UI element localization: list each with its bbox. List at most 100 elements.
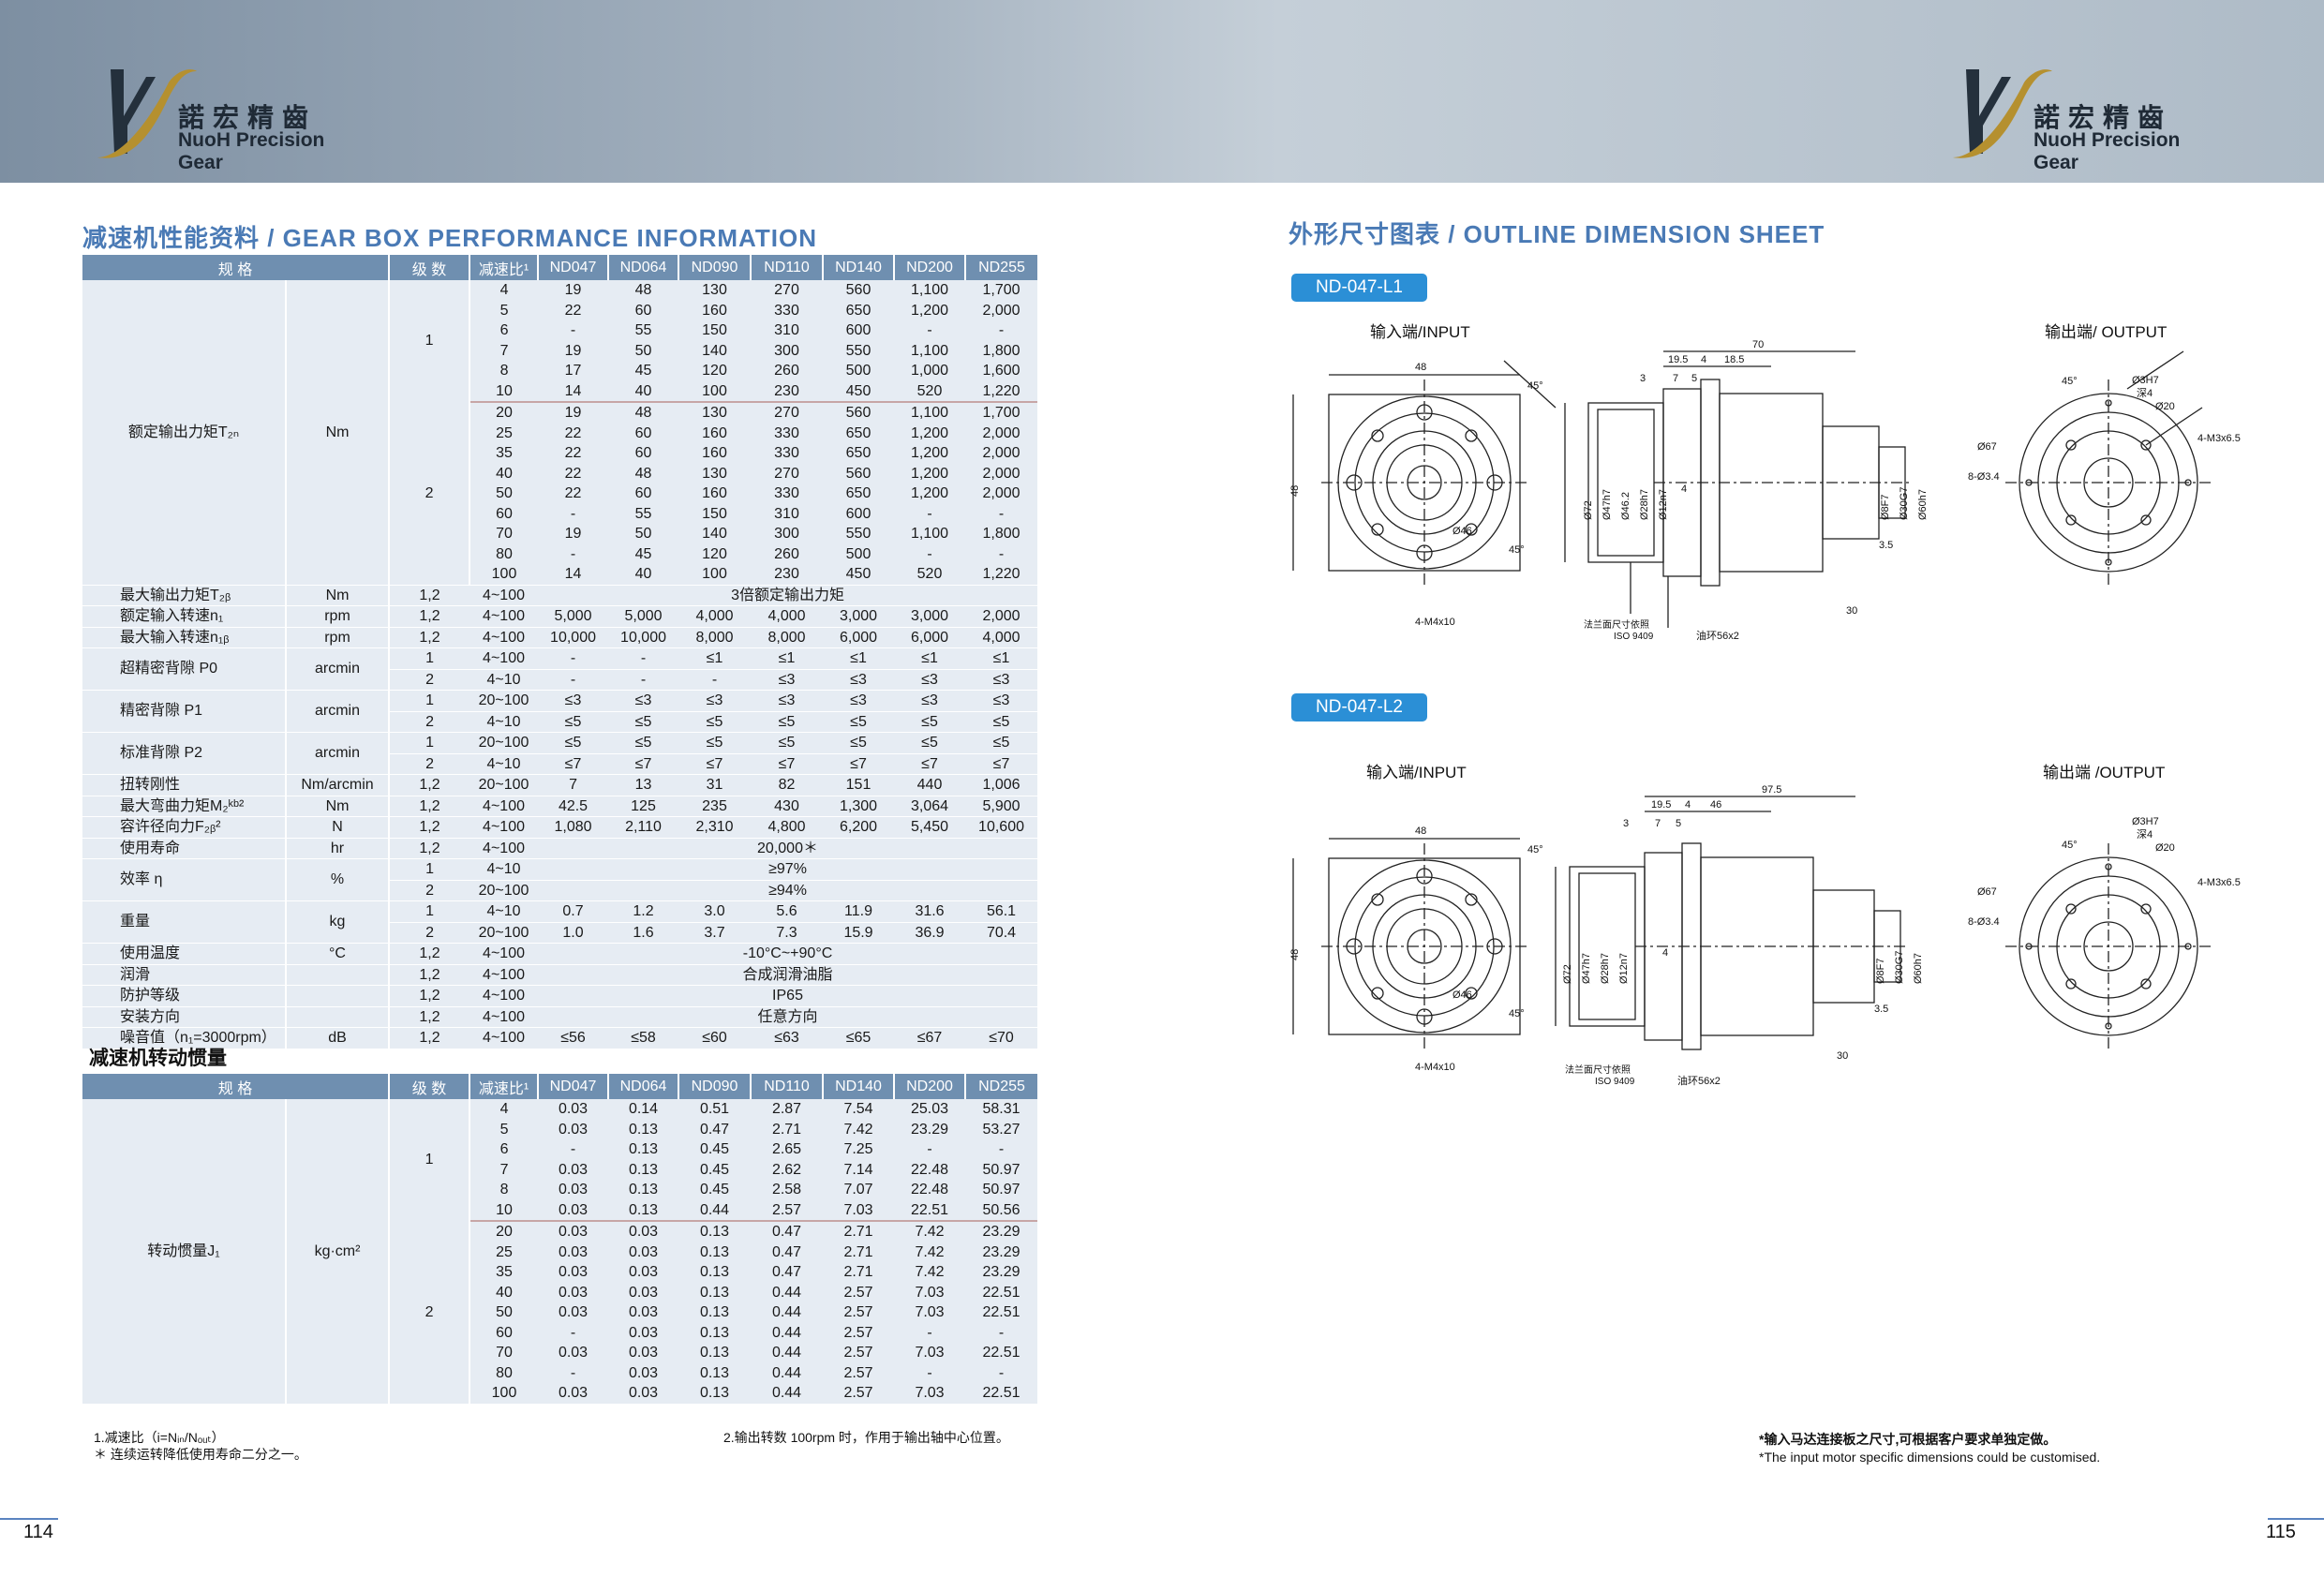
row-stage: 1,2 [389,626,470,648]
table-cell: 5,000 [608,605,679,627]
table-cell: 19 [564,526,582,542]
table-cell: 50 [634,526,652,542]
oil-ring: 油环56x2 [1677,1074,1721,1087]
table-cell: - [570,1364,576,1381]
dim-46-2: Ø46.2 [1620,492,1631,520]
page-number-left: 114 [23,1522,53,1542]
dim-7: 7 [1655,818,1661,829]
dim-48-side: 48 [1289,949,1301,960]
table-cell: 31.6 [894,900,966,922]
row-unit: hr [286,837,391,859]
table-cell: 6,000 [823,626,895,648]
flange-note-1: 法兰面尺寸依照 [1584,618,1649,631]
table-cell: 0.03 [558,1201,588,1218]
table-cell: 15.9 [823,921,895,944]
table-cell: 22.51 [982,1284,1020,1301]
table-cell: 8 [499,1182,509,1198]
table-cell: 0.03 [628,1364,659,1381]
table-cell: 2.71 [843,1264,873,1280]
table-cell: ≤58 [608,1027,679,1049]
row-stage: 1,2 [389,837,470,859]
table-cell: 2.57 [843,1284,873,1301]
table-cell: 10,000 [538,626,609,648]
column-header: ND140 [823,1074,896,1099]
outline-title: 外形尺寸图表 / OUTLINE DIMENSION SHEET [1289,220,1825,248]
row-ratio: 4~100 [469,1027,539,1049]
span-value: -10°C~+90°C [538,943,1038,964]
model-tag-l1: ND-047-L1 [1291,274,1427,302]
table-cell: - [927,505,932,522]
table-cell: 520 [916,382,943,399]
row-ratio: 4~10 [469,900,539,922]
table-cell: 0.47 [699,1121,730,1138]
table-row: 额定输出力矩T₂ₙ Nm 1 4 19 48 130 270 560 1,100 1,700 [82,280,1037,585]
table-cell: 2,000 [982,424,1020,441]
table-cell: 0.14 [628,1101,659,1117]
table-cell: 40 [634,566,652,582]
dim-72: Ø72 [1562,964,1573,984]
dim-48-top: 48 [1415,362,1426,373]
table-cell: 22.51 [910,1201,949,1218]
table-cell: 23.29 [965,1220,1038,1242]
table-cell: 6,200 [823,816,895,838]
table-cell: ≤1 [965,647,1038,669]
table-cell: 5 [499,302,509,319]
table-cell: 2,000 [982,465,1020,482]
row-ratio: 4~100 [469,647,539,669]
table-cell: 0.03 [628,1304,659,1320]
table-cell: 0.03 [628,1385,659,1401]
table-cell: 0.13 [699,1324,730,1341]
table-cell: 25 [496,424,513,441]
table-cell: 600 [845,505,872,522]
dim-3-5: 3.5 [1879,540,1893,551]
row-label: 效率 η [82,858,287,901]
column-header: 规 格 [82,1074,391,1099]
model-tag-l2: ND-047-L2 [1291,693,1427,722]
column-header: 级 数 [389,1074,471,1099]
dim-60h7: Ø60h7 [1917,489,1929,520]
table-cell: 1,700 [965,401,1038,424]
row-stage: 1 [389,690,470,711]
table-cell: 0.13 [699,1264,730,1280]
table-cell: 50 [496,1304,513,1320]
row-label: 重量 [82,900,287,944]
table-row: 转动惯量J₁ kg·cm² 1 4 0.03 0.14 0.51 2.87 7.54 25.03 5… [82,1099,1037,1404]
row-ratio: 4~10 [469,710,539,733]
table-cell: 80 [496,1364,513,1381]
table-cell: 330 [774,424,799,441]
row-ratio: 4~100 [469,816,539,838]
table-cell: 330 [774,302,799,319]
row-stage: 2 [389,668,470,691]
table-cell: 270 [774,282,799,298]
table-cell: 50.56 [982,1201,1020,1218]
table-cell: 2.71 [823,1220,895,1242]
table-cell: ≤3 [751,690,824,711]
table-cell: 7.3 [751,921,824,944]
table-cell: 0.03 [538,1220,609,1242]
table-cell: 2.87 [771,1101,802,1117]
row-unit [286,985,391,1006]
table-cell: 0.03 [558,1284,588,1301]
table-cell: ≤5 [823,710,895,733]
performance-title: 减速机性能资料 / GEAR BOX PERFORMANCE INFORMATI… [82,224,817,252]
table-cell: 8,000 [751,626,824,648]
table-cell: 2.62 [771,1161,802,1178]
dim-46: 46 [1710,799,1721,811]
table-cell: 0.03 [558,1385,588,1401]
table-cell: 0.03 [628,1243,659,1260]
table-cell: ≤5 [678,732,752,753]
row-stage: 2 [389,710,470,733]
table-cell: - [570,1324,576,1341]
table-cell: - [570,1141,576,1157]
table-cell: 5 [499,1121,509,1138]
row-ratio: 4~100 [469,837,539,859]
dim-m4: 4-M4x10 [1415,1062,1455,1073]
table-cell: 22 [564,424,582,441]
row-unit: arcmin [286,690,391,733]
table-row: 防护等级 1,2 4~100 IP65 [82,985,1038,1006]
table-cell: 330 [774,445,799,461]
table-cell: 140 [702,342,727,359]
span-value: 20,000＊ [538,837,1038,859]
table-cell: 230 [774,566,799,582]
dim-inner-4: 4 [1681,484,1687,495]
